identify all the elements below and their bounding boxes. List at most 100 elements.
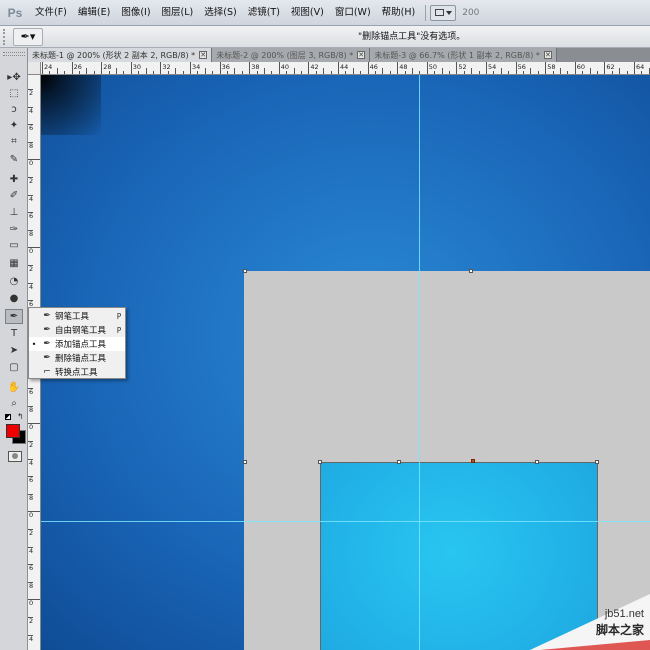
brush-icon[interactable]: ✐ [5,188,23,203]
close-icon[interactable]: ✕ [357,51,366,59]
guide-horizontal[interactable] [41,521,650,522]
ruler-label: 32 [162,63,171,71]
move-icon[interactable]: ▸✥ [5,70,23,85]
ruler-top[interactable]: 24 26 28 30 32 34 36 38 40 42 44 46 48 50 52 54 56 58 60 62… [28,62,650,75]
ruler-minor-tick [471,68,473,74]
stamp-icon[interactable]: ⊥ [5,205,23,220]
ruler-minor-tick [360,71,362,74]
zoom-icon[interactable]: ⌕ [5,396,23,411]
options-bar: ✒▾ "删除锚点工具"没有选项。 [0,26,650,48]
ruler-minor-tick [352,68,354,74]
menu-window[interactable]: 窗口(W) [330,0,376,26]
menu-edit[interactable]: 编辑(E) [73,0,115,26]
flyout-item-freeform-pen[interactable]: ✒ 自由钢笔工具 P [29,323,125,337]
foreground-color-swatch[interactable] [6,424,20,438]
ruler-minor-tick [49,71,51,74]
zoom-level[interactable]: 200 [462,8,479,18]
close-icon[interactable]: ✕ [199,51,208,59]
watermark-brand: 脚本之家 [595,623,644,637]
ruler-tick [190,62,191,74]
ruler-label: 24 [44,63,53,71]
ruler-minor-tick [286,71,288,74]
shape-icon[interactable]: ▢ [5,360,23,375]
options-grip[interactable] [3,28,9,45]
hand-icon[interactable]: ✋ [5,380,23,395]
menu-filter[interactable]: 滤镜(T) [243,0,285,26]
screen-mode-button[interactable] [430,4,457,21]
blur-icon[interactable]: ◔ [5,274,23,289]
swap-colors-icon[interactable]: ↰ [17,412,24,421]
ruler-minor-tick [145,68,147,74]
ruler-label: 2 [29,265,34,273]
ruler-tick [130,62,132,74]
quick-mask-icon[interactable] [8,451,22,462]
ruler-minor-tick [167,71,169,74]
ruler-tick [545,62,547,74]
default-colors-icon[interactable] [5,414,11,420]
anchor-point[interactable] [469,269,473,273]
menu-view[interactable]: 视图(V) [286,0,329,26]
flyout-item-convert-point[interactable]: ⌐ 转换点工具 [29,365,125,379]
ruler-minor-tick [330,71,332,74]
path-segment-top [320,462,598,463]
watermark-site: jb51.net [604,608,644,620]
ruler-minor-tick [626,71,628,74]
eraser-icon[interactable]: ▭ [5,238,23,253]
anchor-point[interactable] [243,460,247,464]
flyout-shortcut: P [116,311,122,321]
crop-icon[interactable]: ⌗ [5,134,23,149]
magic-wand-icon[interactable]: ✦ [5,118,23,133]
ruler-tick [367,62,369,74]
ruler-tick [308,62,310,74]
lasso-icon[interactable]: ↄ [5,102,23,117]
ruler-label: 60 [576,63,586,71]
menu-file[interactable]: 文件(F) [30,0,72,26]
flyout-item-pen[interactable]: ✒ 钢笔工具 P [29,309,125,323]
ruler-label: 4 [29,106,34,115]
tab-document-1[interactable]: 未标题-1 @ 200% (形状 2 副本 2, RGB/8) * ✕ [28,48,213,62]
document-canvas[interactable] [41,75,650,650]
ruler-label: 6 [29,388,34,397]
guide-vertical[interactable] [419,75,420,650]
anchor-point[interactable] [397,460,401,464]
ruler-origin[interactable] [28,62,41,75]
pen-icon: ✒ [43,311,51,321]
add-anchor-icon: ✒ [43,339,51,349]
anchor-point[interactable] [243,269,247,273]
flyout-item-delete-anchor[interactable]: ✒ 删除锚点工具 [29,351,125,365]
watermark-stripe [540,640,650,650]
path-select-icon[interactable]: ➤ [5,343,23,358]
menu-select[interactable]: 选择(S) [199,0,241,26]
ruler-minor-tick [301,71,302,74]
anchor-point-selected[interactable] [471,459,475,463]
ruler-label: 0 [29,423,34,432]
menu-image[interactable]: 图像(I) [116,0,155,26]
type-icon[interactable]: T [5,326,23,341]
ruler-label: 2 [29,441,34,449]
eyedropper-icon[interactable]: ✎ [5,152,23,167]
healing-icon[interactable]: ✚ [5,172,23,187]
tab-document-2[interactable]: 未标题-2 @ 200% (图层 3, RGB/8) * ✕ [212,48,371,62]
tools-grip[interactable] [3,52,25,56]
ruler-tick [397,62,399,74]
gradient-icon[interactable]: ▦ [5,256,23,271]
ruler-minor-tick [611,71,613,74]
marquee-icon[interactable]: ⬚ [5,86,23,101]
close-icon[interactable]: ✕ [543,51,552,59]
history-brush-icon[interactable]: ✑ [5,222,23,237]
tool-preset-picker[interactable]: ✒▾ [13,27,43,46]
menu-help[interactable]: 帮助(H) [377,0,421,26]
ruler-minor-tick [56,68,58,74]
ruler-minor-tick [234,68,236,74]
anchor-point[interactable] [595,460,599,464]
tab-document-3[interactable]: 未标题-3 @ 66.7% (形状 1 副本 2, RGB/8) * ✕ [370,48,557,62]
ruler-label: 42 [310,63,319,71]
menu-layer[interactable]: 图层(L) [157,0,199,26]
pen-icon[interactable]: ✒ [5,309,23,324]
dodge-icon[interactable]: ● [5,291,23,306]
flyout-item-add-anchor[interactable]: • ✒ 添加锚点工具 [29,337,125,351]
ruler-minor-tick [86,68,88,74]
ruler-label: 52 [458,63,467,71]
anchor-point[interactable] [535,460,539,464]
anchor-point[interactable] [318,460,322,464]
